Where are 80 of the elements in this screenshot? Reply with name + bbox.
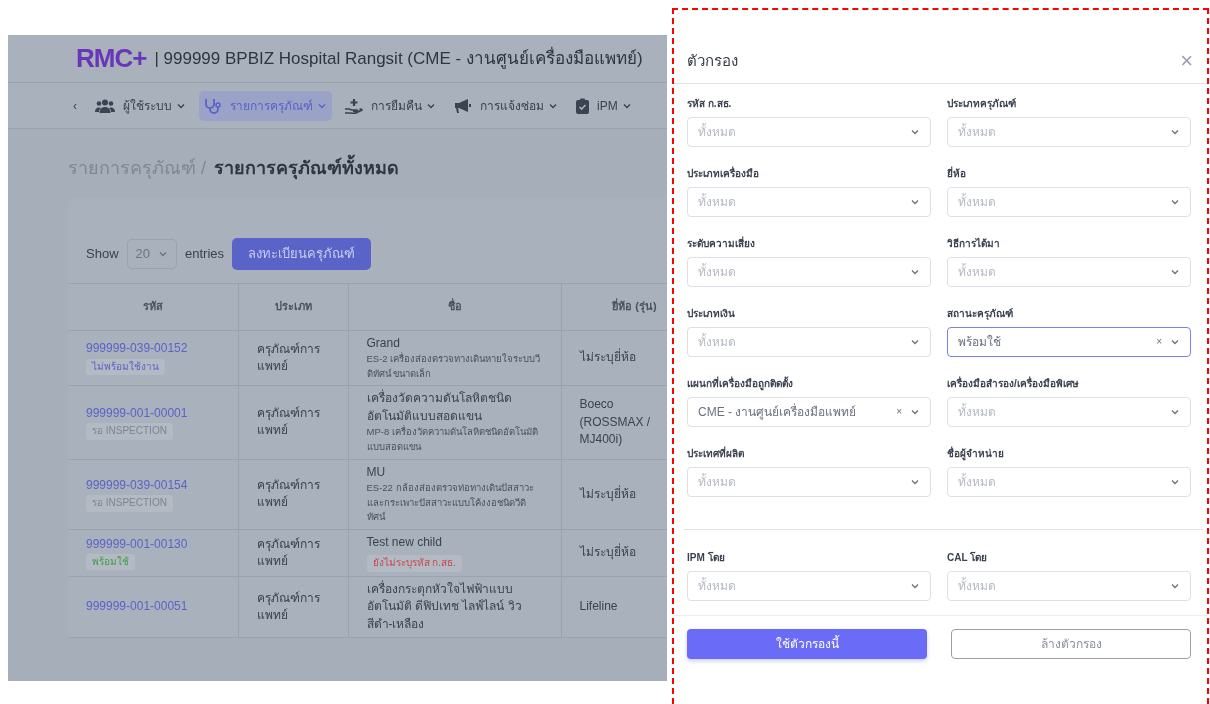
asset-name: เครื่องวัดความดันโลหิตชนิดอัตโนมัติแบบสอดแขน [366,390,513,425]
select-field[interactable]: พร้อมใช้ × [947,326,1191,357]
field-label: ประเภทเครื่องมือ [687,165,760,181]
table-cell: ครุภัณฑ์การแพทย์ [238,529,348,577]
field-label: แผนกที่เครื่องมือถูกติดตั้ง [687,375,794,391]
clear-filter-button[interactable]: ล้างตัวกรอง [951,628,1191,659]
table-cell-text: Lifeline [579,598,619,616]
table-cell: ครุภัณฑ์การแพทย์ [238,459,348,530]
field-label: ประเภทเงิน [687,306,736,321]
hospital-title: | 999999 BPBIZ Hospital Rangsit (CME - งานศูนย์เครื่องมือแพทย์) [154,45,643,71]
field-label: ยี่ห้อ [947,165,967,181]
column-header: ประเภท [238,283,348,330]
asset-code-link[interactable]: 999999-001-00130 [86,535,220,553]
table-cell-text: ไม่ระบุยี่ห้อ [579,349,637,367]
show-label: Show [86,245,119,263]
clear-icon[interactable]: × [896,404,902,419]
select-field[interactable]: ทั้งหมด [947,396,1191,427]
select-field[interactable]: ทั้งหมด [687,466,931,497]
field-label: เครื่องมือสำรอง/เครื่องมือพิเศษ [947,375,1080,391]
stethoscope-icon [204,97,222,114]
panel-title: ตัวกรอง [687,51,738,71]
field-label: ระดับความเสี่ยง [687,235,756,251]
field-label: สถานะครุภัณฑ์ [947,306,1014,321]
field-label: IPM โดย [687,550,726,565]
table-cell: ครุภัณฑ์การแพทย์ [238,330,348,386]
select-field[interactable]: ทั้งหมด [947,186,1191,217]
field-label: CAL โดย [947,550,989,565]
status-label: พร้อมใช้ [86,554,135,571]
close-button[interactable]: × [1180,50,1193,73]
nav-tab[interactable]: การยืมคืน [340,90,441,121]
select-field[interactable]: ทั้งหมด [947,570,1191,601]
table-cell-text: Boeco (ROSSMAX / MJ400i) [579,396,652,449]
asset-detail: ES-22 กล้องส่องตรวจท่อทางเดินปัสสาวะและกระเพาะปัสสาวะแบบโค้งงอชนิดวีดิทัศน์ [366,480,535,525]
entries-label: entries [185,245,225,263]
select-field[interactable]: ทั้งหมด [687,186,931,217]
register-button[interactable]: ลงทะเบียนครุภัณฑ์ [232,238,372,270]
select-field[interactable]: CME - งานศูนย์เครื่องมือแพทย์ × [687,396,931,427]
clear-icon[interactable]: × [1156,334,1162,349]
field-label: วิธีการได้มา [947,236,1001,251]
column-header: รหัส [68,283,238,330]
select-field[interactable]: ทั้งหมด [687,326,931,357]
clipboard-check-icon [576,97,589,114]
table-cell: ครุภัณฑ์การแพทย์ [238,576,348,638]
nav-tab[interactable]: iPM [571,90,637,121]
users-icon [95,98,115,113]
asset-code-link[interactable]: 999999-039-00152 [86,340,220,358]
asset-code-link[interactable]: 999999-001-00001 [86,405,220,423]
hand-plus-icon [345,97,363,114]
warning-label: ยังไม่ระบุรหัส ก.สธ. [366,555,462,572]
megaphone-icon [454,97,472,114]
column-header: ชื่อ [348,283,561,330]
field-label: ประเภทครุภัณฑ์ [947,96,1017,111]
apply-filter-button[interactable]: ใช้ตัวกรองนี้ [687,628,927,659]
table-cell-text: ไม่ระบุยี่ห้อ [579,485,637,503]
status-label: ไม่พร้อมใช้งาน [86,358,165,376]
field-label: รหัส ก.สธ. [687,96,733,111]
back-button[interactable]: ‹ [68,90,82,121]
select-field[interactable]: ทั้งหมด [687,570,931,601]
asset-detail: ES-2 เครื่องส่องตรวจทางเดินหายใจระบบวีดิทัศน์ ขนาดเล็ก [366,351,542,381]
asset-name: เครื่องกระตุกหัวใจไฟฟ้าแบบอัตโนมัติ ดีฟิปเทช ไลฟ์ไลน์ วิว สีดำ-เหลือง [366,581,523,633]
asset-code-link[interactable]: 999999-039-00154 [86,476,220,495]
page-size-select[interactable]: 20 [126,239,177,269]
asset-detail: MP-8 เครื่องวัดความดันโลหิตชนิดอัตโนมัติแบบสอดแขน [366,425,539,454]
asset-name: Test new child [366,534,443,552]
nav-tab[interactable]: ผู้ใช้ระบบ [90,90,191,121]
table-cell: ครุภัณฑ์การแพทย์ [238,385,348,460]
select-field[interactable]: ทั้งหมด [947,116,1191,147]
nav-tab[interactable]: การแจ้งซ่อม [449,90,563,121]
logo: RMC+ [76,42,147,75]
field-label: ชื่อผู้จำหน่าย [947,445,1005,461]
field-label: ประเทศที่ผลิต [687,445,745,461]
table-cell-text: ไม่ระบุยี่ห้อ [579,544,637,562]
page-title: รายการครุภัณฑ์ทั้งหมด [214,155,399,182]
select-field[interactable]: ทั้งหมด [687,116,931,147]
asset-name: MU [366,463,387,481]
asset-name: Grand [366,334,401,352]
nav-tab[interactable]: รายการครุภัณฑ์ [199,90,332,121]
select-field[interactable]: ทั้งหมด [687,256,931,287]
select-field[interactable]: ทั้งหมด [947,466,1191,497]
select-field[interactable]: ทั้งหมด [947,256,1191,287]
